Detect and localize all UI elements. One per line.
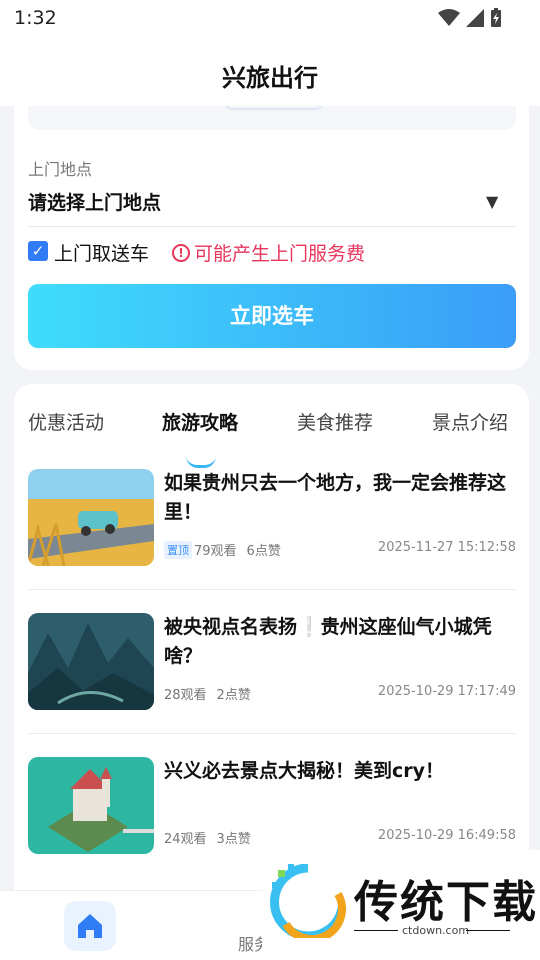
- article-meta: 24观看 3点赞: [164, 828, 251, 847]
- title-bar: 兴旅出行: [0, 40, 540, 106]
- tab-attractions[interactable]: 景点介绍: [432, 408, 508, 435]
- select-car-button[interactable]: 立即选车: [28, 284, 516, 348]
- status-bar: 1:32: [0, 0, 540, 40]
- pickup-checkbox[interactable]: ✓: [28, 241, 48, 261]
- booking-card: 上门地点 请选择上门地点 ▼ ✓ 上门取送车 ! 可能产生上门服务费 立即选车: [14, 106, 529, 370]
- article-views: 79观看: [194, 544, 237, 559]
- pinned-badge: 置顶: [164, 540, 192, 559]
- tab-promotions[interactable]: 优惠活动: [28, 408, 104, 435]
- info-icon: !: [172, 243, 190, 262]
- watermark-logo: [270, 864, 347, 938]
- article-likes: 6点赞: [246, 544, 281, 559]
- article-item[interactable]: 如果贵州只去一个地方，我一定会推荐这里！ 置顶 79观看 6点赞 2025-11…: [28, 469, 516, 599]
- location-select[interactable]: 请选择上门地点: [28, 188, 161, 215]
- article-date: 2025-10-29 17:17:49: [377, 684, 516, 699]
- wifi-icon: [438, 9, 460, 26]
- dropdown-arrow-icon[interactable]: ▼: [486, 192, 498, 211]
- divider: [28, 733, 516, 734]
- article-title: 被央视点名表扬❕贵州这座仙气小城凭啥？: [164, 616, 492, 667]
- article-item[interactable]: 被央视点名表扬❕贵州这座仙气小城凭啥？ 28观看 2点赞 2025-10-29 …: [28, 613, 516, 743]
- watermark: 传统下载 ctdown.com: [262, 850, 540, 960]
- home-icon: [78, 914, 102, 938]
- article-meta: 28观看 2点赞: [164, 684, 251, 703]
- article-title: 兴义必去景点大揭秘！美到cry！: [164, 760, 445, 782]
- date-selector-partial[interactable]: [28, 106, 516, 130]
- article-thumbnail: [28, 469, 154, 566]
- battery-icon: [491, 8, 501, 27]
- divider: [28, 589, 516, 590]
- article-views: 24观看: [164, 832, 207, 847]
- fee-notice: ! 可能产生上门服务费: [172, 239, 365, 266]
- article-meta: 置顶 79观看 6点赞: [164, 540, 281, 559]
- fee-notice-text: 可能产生上门服务费: [194, 243, 366, 265]
- article-date: 2025-11-27 15:12:58: [377, 540, 516, 555]
- category-tabs: 优惠活动 旅游攻略 美食推荐 景点介绍: [14, 408, 529, 468]
- content-card: 优惠活动 旅游攻略 美食推荐 景点介绍 如果贵州只去一个地方，我一定会推荐这里！…: [14, 384, 529, 904]
- watermark-url: ctdown.com: [402, 924, 470, 937]
- article-likes: 3点赞: [216, 832, 251, 847]
- article-date: 2025-10-29 16:49:58: [377, 828, 516, 843]
- pickup-label[interactable]: 上门取送车: [54, 239, 149, 266]
- article-title: 如果贵州只去一个地方，我一定会推荐这里！: [164, 472, 507, 523]
- tab-food[interactable]: 美食推荐: [297, 408, 373, 435]
- system-icons: [438, 8, 502, 28]
- watermark-text: 传统下载: [354, 877, 538, 928]
- signal-icon: [466, 9, 484, 27]
- location-label: 上门地点: [28, 160, 93, 179]
- article-likes: 2点赞: [216, 688, 251, 703]
- divider: [466, 930, 510, 931]
- tab-active-indicator: [186, 456, 216, 468]
- status-time: 1:32: [14, 7, 57, 29]
- article-thumbnail: [28, 613, 154, 710]
- nav-home[interactable]: [64, 901, 116, 951]
- article-thumbnail: [28, 757, 154, 854]
- divider: [354, 930, 398, 931]
- article-views: 28观看: [164, 688, 207, 703]
- tab-travel-guide[interactable]: 旅游攻略: [162, 408, 238, 435]
- page-title: 兴旅出行: [222, 64, 318, 92]
- divider: [28, 226, 516, 227]
